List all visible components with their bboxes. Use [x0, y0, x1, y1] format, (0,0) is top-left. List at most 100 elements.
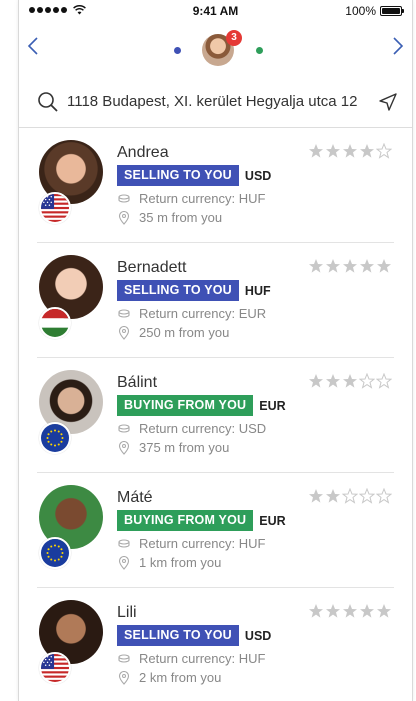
return-currency-text: Return currency: HUF [139, 191, 266, 206]
star-filled-icon [325, 143, 341, 159]
currency-code: USD [244, 628, 272, 643]
star-empty-icon [375, 487, 393, 504]
app-frame: 9:41 AM 100% 3 Andrea SELLI [18, 0, 413, 701]
star-filled-icon [308, 603, 324, 619]
user-name: Andrea [117, 144, 169, 161]
flag-icon [39, 422, 71, 454]
rating-stars [308, 258, 392, 274]
distance: 1 km from you [117, 555, 221, 570]
trade-row: BUYING FROM YOU EUR [117, 395, 286, 416]
search-icon [38, 91, 58, 112]
battery-icon [380, 6, 404, 16]
star-filled-icon [359, 603, 375, 619]
currency-code: EUR [259, 513, 286, 528]
search-input[interactable] [67, 93, 370, 110]
return-currency: Return currency: HUF [117, 651, 265, 666]
rating-stars [308, 372, 393, 389]
notification-badge: 3 [226, 30, 242, 46]
rating-stars [308, 142, 393, 159]
distance: 375 m from you [117, 440, 229, 455]
star-filled-icon [342, 603, 358, 619]
currency-code: EUR [259, 398, 286, 413]
location-pin-icon [118, 210, 130, 225]
nav-bar: 3 [19, 22, 412, 76]
list-item[interactable]: Lili SELLING TO YOU USD Return currency:… [19, 588, 412, 701]
user-name: Bálint [117, 374, 158, 391]
user-name: Máté [117, 489, 153, 506]
flag-icon [39, 307, 71, 339]
distance: 250 m from you [117, 325, 229, 340]
page-dot-right [256, 47, 263, 54]
location-pin-icon [118, 440, 130, 455]
user-name: Bernadett [117, 259, 187, 276]
distance-text: 375 m from you [139, 440, 230, 455]
trade-row: BUYING FROM YOU EUR [117, 510, 286, 531]
return-currency: Return currency: USD [117, 421, 266, 436]
previous-arrow-icon[interactable] [23, 36, 43, 60]
location-pin-icon [118, 325, 130, 340]
trade-row: SELLING TO YOU USD [117, 625, 271, 646]
return-currency: Return currency: EUR [117, 306, 266, 321]
user-list: Andrea SELLING TO YOU USD Return currenc… [19, 128, 412, 701]
star-filled-icon [325, 373, 341, 389]
star-filled-icon [359, 258, 375, 274]
return-currency-text: Return currency: USD [139, 421, 267, 436]
list-item[interactable]: Máté BUYING FROM YOU EUR Return currency… [19, 473, 412, 588]
coins-icon [118, 538, 130, 548]
return-currency: Return currency: HUF [117, 536, 265, 551]
star-filled-icon [308, 488, 324, 504]
star-filled-icon [342, 258, 358, 274]
star-filled-icon [342, 373, 358, 389]
star-empty-icon [358, 487, 376, 504]
return-currency-text: Return currency: EUR [139, 306, 267, 321]
list-item[interactable]: Andrea SELLING TO YOU USD Return currenc… [19, 128, 412, 243]
return-currency-text: Return currency: HUF [139, 536, 266, 551]
star-filled-icon [325, 488, 341, 504]
flag-icon [39, 652, 71, 684]
trade-type-badge[interactable]: SELLING TO YOU [117, 625, 239, 646]
distance-text: 2 km from you [139, 670, 222, 685]
trade-row: SELLING TO YOU HUF [117, 280, 271, 301]
location-pin-icon [118, 555, 130, 570]
star-filled-icon [359, 143, 375, 159]
return-currency: Return currency: HUF [117, 191, 265, 206]
rating-stars [308, 603, 392, 619]
star-filled-icon [325, 258, 341, 274]
coins-icon [118, 423, 130, 433]
currency-code: HUF [244, 283, 271, 298]
page-dot-left [174, 47, 181, 54]
star-filled-icon [308, 258, 324, 274]
battery-status: 100% [345, 4, 404, 18]
star-filled-icon [376, 603, 392, 619]
coins-icon [118, 308, 130, 318]
star-empty-icon [375, 372, 393, 389]
location-arrow-icon[interactable] [378, 92, 398, 112]
coins-icon [118, 653, 130, 663]
trade-type-badge[interactable]: SELLING TO YOU [117, 280, 239, 301]
star-empty-icon [341, 487, 359, 504]
location-pin-icon [118, 670, 130, 685]
star-filled-icon [342, 143, 358, 159]
rating-stars [308, 487, 393, 504]
user-name: Lili [117, 604, 137, 621]
star-filled-icon [325, 603, 341, 619]
currency-code: USD [244, 168, 272, 183]
distance: 2 km from you [117, 670, 221, 685]
coins-icon [118, 193, 130, 203]
flag-icon [39, 537, 71, 569]
distance-text: 250 m from you [139, 325, 230, 340]
distance-text: 35 m from you [139, 210, 223, 225]
trade-row: SELLING TO YOU USD [117, 165, 271, 186]
distance: 35 m from you [117, 210, 222, 225]
trade-type-badge[interactable]: SELLING TO YOU [117, 165, 239, 186]
distance-text: 1 km from you [139, 555, 222, 570]
return-currency-text: Return currency: HUF [139, 651, 266, 666]
trade-type-badge[interactable]: BUYING FROM YOU [117, 510, 254, 531]
list-item[interactable]: Bálint BUYING FROM YOU EUR Return curren… [19, 358, 412, 473]
star-filled-icon [308, 143, 324, 159]
trade-type-badge[interactable]: BUYING FROM YOU [117, 395, 254, 416]
star-filled-icon [376, 258, 392, 274]
next-arrow-icon[interactable] [388, 36, 408, 60]
list-item[interactable]: Bernadett SELLING TO YOU HUF Return curr… [19, 243, 412, 358]
star-filled-icon [308, 373, 324, 389]
